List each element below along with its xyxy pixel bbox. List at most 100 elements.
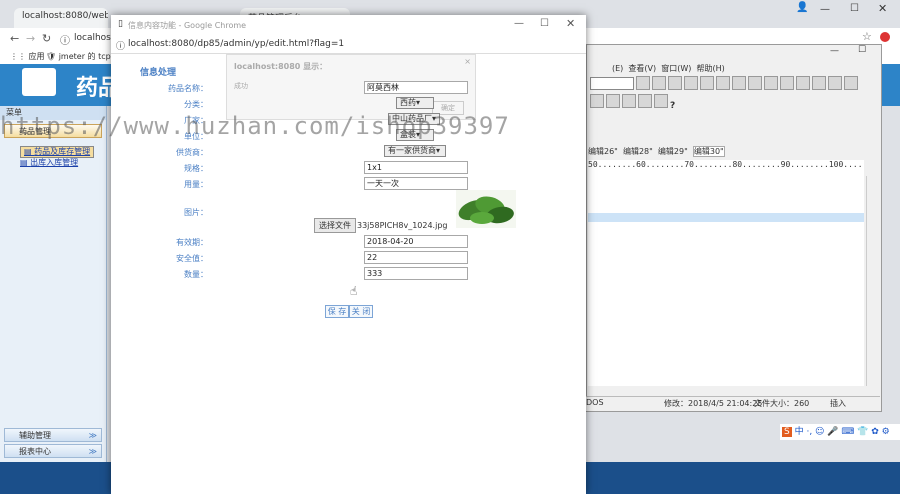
editor-menu-window[interactable]: 窗口(W) <box>661 64 691 73</box>
bg-tab-1[interactable]: localhost:8080/webto <box>14 8 108 28</box>
copy-icon[interactable] <box>684 76 698 90</box>
editor-text-area[interactable] <box>588 176 864 386</box>
help-icon[interactable]: ? <box>670 101 675 111</box>
type-select[interactable]: 西药▾ <box>396 97 434 109</box>
globe-icon[interactable] <box>812 76 826 90</box>
image-icon[interactable] <box>590 94 604 108</box>
file-name: 33j58PICH8v_1024.jpg <box>357 221 448 230</box>
hand-cursor-icon: ☝ <box>350 284 358 298</box>
qty-input[interactable]: 333 <box>364 267 468 280</box>
split-icon[interactable] <box>796 76 810 90</box>
info-icon: ⓘ <box>60 36 70 47</box>
back-icon[interactable]: ← <box>10 32 19 45</box>
profile-icon[interactable]: 👤 <box>796 2 808 13</box>
table-icon[interactable] <box>606 94 620 108</box>
safe-input[interactable]: 22 <box>364 251 468 264</box>
editor-menu-edit[interactable]: (E) <box>612 64 623 73</box>
menu-group-report[interactable]: 报表中心 ≫ <box>4 444 102 458</box>
editor-scrollbar[interactable] <box>866 176 877 386</box>
expiry-label: 有效期： <box>176 238 208 247</box>
status-mode: DOS <box>586 398 604 407</box>
status-insert: 插入 <box>830 399 846 408</box>
menu-group-assist-label: 辅助管理 <box>19 431 51 440</box>
align-left-icon[interactable] <box>716 76 730 90</box>
usage-label: 用量： <box>184 180 208 189</box>
sogou-icon: S <box>782 427 792 437</box>
editor-minimize-icon[interactable]: — <box>830 46 839 56</box>
editor-maximize-icon[interactable]: ☐ <box>858 45 866 55</box>
editor-tab[interactable]: 编辑29" <box>658 147 688 156</box>
menu-group-assist[interactable]: 辅助管理 ≫ <box>4 428 102 442</box>
replace-icon[interactable] <box>652 76 666 90</box>
print-icon[interactable] <box>700 76 714 90</box>
menu-link-inventory-label: 药品及库存管理 <box>34 147 91 156</box>
type-label: 分类： <box>184 100 208 109</box>
editor-menubar: (E) 查看(V) 窗口(W) 帮助(H) <box>612 63 725 74</box>
star-icon[interactable]: ☆ <box>862 30 872 43</box>
editor-tab[interactable]: 编辑26" <box>588 147 618 156</box>
spec-input[interactable]: 1x1 <box>364 161 468 174</box>
extension-icon[interactable] <box>880 32 890 42</box>
tools-icon[interactable] <box>622 94 636 108</box>
status-size: 文件大小：260 <box>754 399 810 408</box>
popup-minimize-icon[interactable]: — <box>514 18 524 29</box>
find-icon[interactable] <box>636 76 650 90</box>
qty-label: 数量： <box>184 270 208 279</box>
ftp-icon[interactable] <box>828 76 842 90</box>
minimize-icon[interactable]: — <box>820 4 830 15</box>
macro-icon[interactable] <box>638 94 652 108</box>
editor-toolbar-row2: ? <box>590 94 675 111</box>
justify-icon[interactable] <box>764 76 778 90</box>
popup-page-icon: ▯ <box>118 19 123 29</box>
editor-menu-help[interactable]: 帮助(H) <box>696 64 724 73</box>
name-label: 药品名称： <box>168 84 208 93</box>
expiry-input[interactable]: 2018-04-20 <box>364 235 468 248</box>
reload-icon[interactable]: ↻ <box>42 32 51 45</box>
section-title: 信息处理 <box>140 68 177 78</box>
editor-tabs: 编辑26" 编辑28" 编辑29" 编辑30" <box>588 146 725 157</box>
editor-statusbar: DOS 修改：2018/4/5 21:04:25 文件大小：260 插入 <box>586 396 880 411</box>
editor-toolbar-row1 <box>636 76 860 93</box>
close-icon[interactable]: ✕ <box>878 2 887 15</box>
menu-link-stock-label: 出库入库管理 <box>30 158 79 167</box>
drug-image <box>456 190 516 228</box>
choose-file-button[interactable]: 选择文件 <box>314 218 356 233</box>
app-logo <box>22 68 56 96</box>
settings-icon[interactable] <box>844 76 858 90</box>
status-modified: 修改：2018/4/5 21:04:25 <box>664 399 763 408</box>
apps-bookmark[interactable]: ⋮⋮ 应用 <box>10 51 45 62</box>
tray-text: 中 ·, ☺ 🎤 ⌨ 👕 ✿ ⚙ <box>794 427 890 437</box>
editor-tab[interactable]: 编辑30" <box>692 146 725 157</box>
package-icon[interactable] <box>654 94 668 108</box>
editor-font-select[interactable] <box>590 77 634 90</box>
apps-label: 应用 <box>28 52 45 61</box>
popup-window-title: 信息内容功能 - Google Chrome <box>128 21 247 30</box>
forward-icon[interactable]: → <box>26 32 35 45</box>
menu-link-stock[interactable]: ▤ 出库入库管理 <box>20 157 78 168</box>
supplier-select-value: 有一家供货商 <box>388 146 436 155</box>
alert-close-icon[interactable]: × <box>464 57 471 66</box>
save-button[interactable]: 保 存 <box>325 305 349 318</box>
menu-group-report-label: 报表中心 <box>19 447 51 456</box>
editor-tab[interactable]: 编辑28" <box>623 147 653 156</box>
maximize-icon[interactable]: ☐ <box>850 3 859 14</box>
editor-menu-view[interactable]: 查看(V) <box>628 64 656 73</box>
cut-icon[interactable] <box>668 76 682 90</box>
usage-input[interactable]: 一天一次 <box>364 177 468 190</box>
align-right-icon[interactable] <box>748 76 762 90</box>
popup-maximize-icon[interactable]: ☐ <box>540 18 549 29</box>
bg-url[interactable]: localhost <box>74 33 114 43</box>
close-button[interactable]: 关 闭 <box>349 305 373 318</box>
editor-current-line <box>588 213 864 222</box>
ime-tray[interactable]: S 中 ·, ☺ 🎤 ⌨ 👕 ✿ ⚙ <box>780 424 900 440</box>
type-select-value: 西药 <box>400 98 416 107</box>
name-input[interactable]: 阿莫西林 <box>364 81 468 94</box>
align-center-icon[interactable] <box>732 76 746 90</box>
popup-close-icon[interactable]: ✕ <box>566 17 575 30</box>
column-icon[interactable] <box>780 76 794 90</box>
spec-label: 规格： <box>184 164 208 173</box>
safe-label: 安全值： <box>176 254 208 263</box>
popup-url[interactable]: localhost:8080/dp85/admin/yp/edit.html?f… <box>128 39 344 49</box>
popup-info-icon: ⓘ <box>116 42 126 52</box>
supplier-select[interactable]: 有一家供货商▾ <box>384 145 446 157</box>
